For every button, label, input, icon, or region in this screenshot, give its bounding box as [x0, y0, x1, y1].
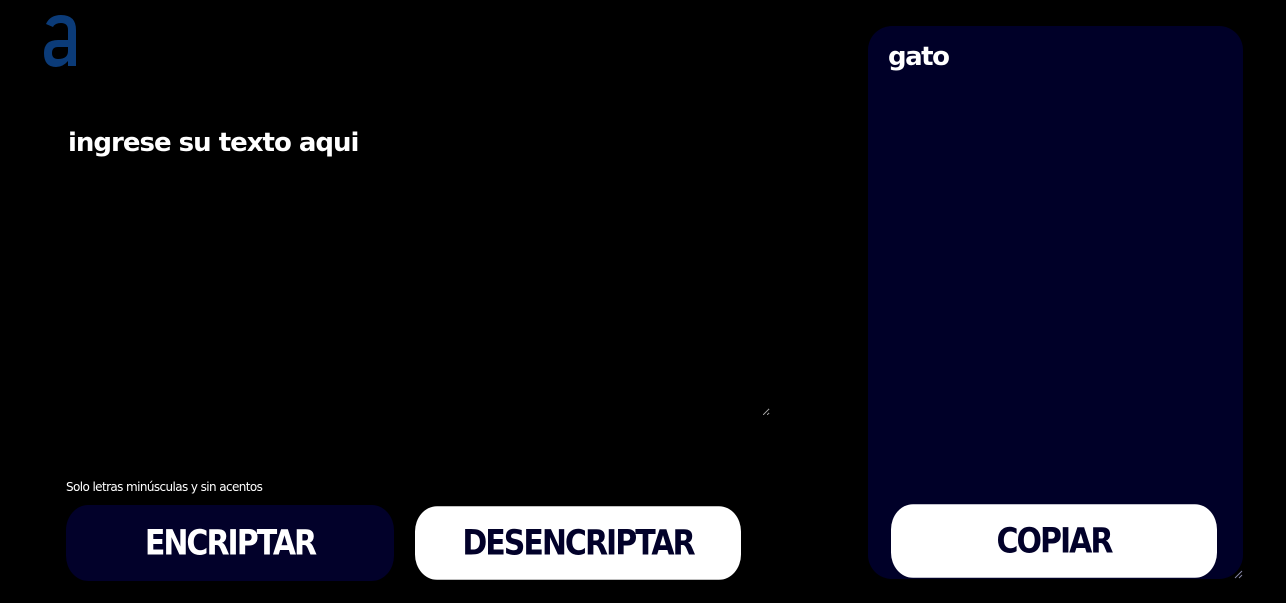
- resize-grip-icon[interactable]: [1234, 570, 1243, 579]
- copy-button[interactable]: COPIAR: [891, 504, 1217, 578]
- output-text: gato: [888, 42, 950, 72]
- encrypt-button[interactable]: ENCRIPTAR: [66, 505, 394, 581]
- output-panel: gato COPIAR: [868, 26, 1243, 579]
- input-hint: Solo letras minúsculas y sin acentos: [66, 480, 263, 494]
- app-page: Solo letras minúsculas y sin acentos ENC…: [0, 0, 1286, 603]
- alura-a-logo-icon: [44, 15, 76, 67]
- hint-text: Solo letras minúsculas y sin acentos: [66, 480, 263, 494]
- decrypt-button[interactable]: DESENCRIPTAR: [415, 506, 741, 580]
- text-input[interactable]: [60, 120, 770, 416]
